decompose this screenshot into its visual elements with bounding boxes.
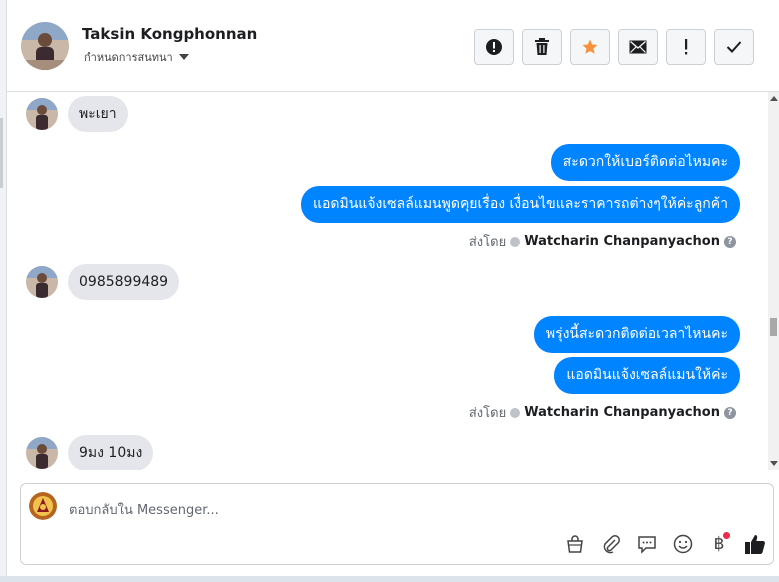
conversation-window: Taksin Kongphonnan กำหนดการสนทนา พะเยา ส…	[6, 0, 779, 582]
contact-name[interactable]: Taksin Kongphonnan	[82, 25, 257, 43]
sent-by-line: ส่งโดย Watcharin Chanpanyachon ?	[469, 231, 736, 252]
conversation-options-dropdown[interactable]: กำหนดการสนทนา	[84, 48, 189, 66]
speech-bubble-icon	[638, 536, 656, 554]
left-edge-mark	[0, 118, 3, 188]
alert-circle-icon	[486, 39, 502, 55]
envelope-icon	[629, 40, 647, 54]
sent-by-name[interactable]: Watcharin Chanpanyachon	[524, 234, 720, 249]
sent-by-name[interactable]: Watcharin Chanpanyachon	[524, 405, 720, 420]
conversation-options-label: กำหนดการสนทนา	[84, 51, 173, 64]
star-button[interactable]	[570, 29, 610, 65]
incoming-message-bubble[interactable]: 0985899489	[68, 264, 180, 300]
caret-down-icon	[178, 54, 189, 60]
message-thread: พะเยา สะดวกให้เบอร์ติดต่อไหมคะ แอดมินแจ้…	[7, 92, 769, 470]
conversation-header: Taksin Kongphonnan กำหนดการสนทนา	[7, 0, 779, 92]
trash-icon	[535, 38, 549, 55]
bag-icon	[567, 535, 583, 553]
page-avatar	[29, 492, 57, 520]
mark-spam-button[interactable]	[666, 29, 706, 65]
reply-input[interactable]: ตอบกลับใน Messenger...	[69, 499, 219, 520]
bottom-strip	[0, 576, 779, 582]
message-composer[interactable]: ตอบกลับใน Messenger... ฿	[20, 483, 774, 565]
header-actions	[474, 29, 754, 65]
payment-button[interactable]: ฿	[707, 532, 731, 556]
outgoing-message-bubble[interactable]: แอดมินแจ้งเซลล์แมนพูดคุยเรื่อง เงื่อนไขแ…	[300, 186, 740, 223]
like-button[interactable]	[743, 532, 767, 556]
sender-avatar[interactable]	[26, 98, 58, 130]
incoming-message-row: พะเยา	[26, 96, 128, 132]
report-button[interactable]	[474, 29, 514, 65]
help-icon[interactable]: ?	[724, 406, 736, 419]
sent-by-prefix: ส่งโดย	[468, 406, 507, 421]
exclamation-icon	[685, 39, 688, 55]
outgoing-message-bubble[interactable]: พรุ่งนี้สะดวกติดต่อเวลาไหนคะ	[533, 316, 740, 353]
outgoing-message-bubble[interactable]: สะดวกให้เบอร์ติดต่อไหมคะ	[550, 144, 740, 181]
scroll-down-arrow-icon[interactable]	[770, 461, 778, 466]
emoji-button[interactable]	[671, 532, 695, 556]
thumbs-up-icon	[745, 535, 765, 554]
scroll-up-arrow-icon[interactable]	[770, 96, 778, 101]
thread-scrollbar[interactable]	[768, 92, 779, 470]
verified-icon	[510, 407, 521, 418]
incoming-message-row: 9มง 10มง	[26, 435, 154, 470]
delete-button[interactable]	[522, 29, 562, 65]
smiley-icon	[673, 534, 693, 554]
mark-done-button[interactable]	[714, 29, 754, 65]
attach-button[interactable]	[599, 532, 623, 556]
incoming-message-row: 0985899489	[26, 264, 180, 300]
notification-dot	[723, 532, 730, 539]
sent-by-prefix: ส่งโดย	[468, 235, 507, 250]
help-icon[interactable]: ?	[724, 235, 736, 248]
verified-icon	[510, 236, 521, 247]
sender-avatar[interactable]	[26, 266, 58, 298]
sender-avatar[interactable]	[26, 437, 58, 469]
paperclip-icon	[603, 535, 620, 554]
check-icon	[726, 41, 742, 53]
outgoing-message-bubble[interactable]: แอดมินแจ้งเซลล์แมนให้ค่ะ	[554, 357, 740, 394]
contact-avatar[interactable]	[21, 22, 69, 70]
scrollbar-thumb[interactable]	[770, 318, 777, 336]
star-icon	[582, 39, 598, 54]
shop-button[interactable]	[563, 532, 587, 556]
incoming-message-bubble[interactable]: 9มง 10มง	[68, 435, 154, 470]
mark-unread-button[interactable]	[618, 29, 658, 65]
saved-replies-button[interactable]	[635, 532, 659, 556]
incoming-message-bubble[interactable]: พะเยา	[68, 96, 128, 132]
sent-by-line: ส่งโดย Watcharin Chanpanyachon ?	[469, 402, 736, 423]
composer-tools: ฿	[563, 532, 767, 556]
